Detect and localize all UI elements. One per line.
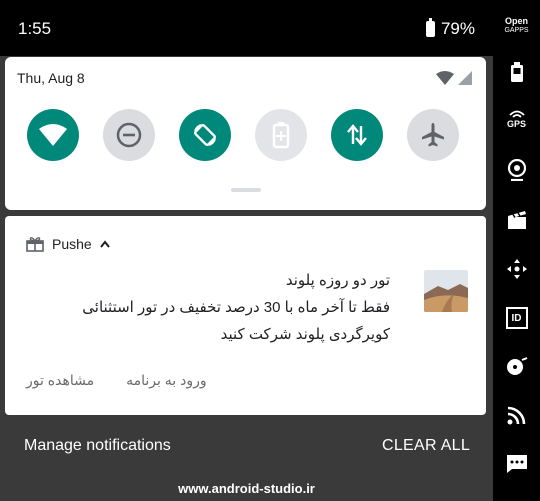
mobile-data-icon xyxy=(347,124,367,146)
wifi-tile[interactable] xyxy=(27,109,79,161)
notification-actions: ورود به برنامه مشاهده تور xyxy=(26,372,207,389)
manage-notifications-button[interactable]: Manage notifications xyxy=(24,437,171,455)
clapperboard-icon[interactable] xyxy=(493,207,540,233)
notification-title: تور دو روزه پلوند xyxy=(285,272,390,289)
opengapps-icon[interactable]: Open GAPPS xyxy=(493,12,540,40)
notification-body: فقط تا آخر ماه با 30 درصد تخفیف در تور ا… xyxy=(82,299,390,343)
emulator-sidebar: Open GAPPS GPS ID xyxy=(493,0,540,501)
open-app-action[interactable]: ورود به برنامه xyxy=(126,372,207,389)
notification-header[interactable]: Pushe xyxy=(26,236,110,252)
mobile-data-tile[interactable] xyxy=(331,109,383,161)
battery-indicator: 79% xyxy=(425,18,475,39)
airplane-mode-tile[interactable] xyxy=(407,109,459,161)
status-bar: 1:55 79% xyxy=(0,0,493,56)
clear-all-button[interactable]: CLEAR ALL xyxy=(382,437,470,455)
notification-app-name: Pushe xyxy=(52,236,92,252)
webcam-icon[interactable] xyxy=(493,157,540,183)
id-label: ID xyxy=(511,312,522,324)
qs-signal-status xyxy=(436,71,472,85)
qs-date: Thu, Aug 8 xyxy=(17,70,85,86)
gps-icon[interactable]: GPS xyxy=(493,106,540,132)
status-clock: 1:55 xyxy=(18,19,52,38)
wifi-status-icon xyxy=(436,71,454,85)
do-not-disturb-tile[interactable] xyxy=(103,109,155,161)
battery-icon xyxy=(425,18,435,37)
do-not-disturb-icon xyxy=(116,122,142,148)
move-icon[interactable] xyxy=(493,256,540,282)
wifi-icon xyxy=(39,124,67,146)
opengapps-label-bottom: GAPPS xyxy=(504,27,529,34)
disc-icon[interactable] xyxy=(493,354,540,380)
notification-shade: 1:55 79% Thu, Aug 8 Pushe تور دو روزه پل… xyxy=(0,0,493,501)
gps-label: GPS xyxy=(506,119,526,129)
rss-icon[interactable] xyxy=(493,402,540,428)
view-tour-action[interactable]: مشاهده تور xyxy=(26,372,94,389)
battery-icon[interactable] xyxy=(493,60,540,84)
battery-percent: 79% xyxy=(440,19,475,38)
chevron-up-icon[interactable] xyxy=(99,240,110,248)
qs-drag-handle[interactable] xyxy=(231,188,261,192)
battery-saver-icon xyxy=(272,122,290,149)
message-icon[interactable] xyxy=(493,451,540,477)
auto-rotate-icon xyxy=(194,124,216,146)
battery-saver-tile[interactable] xyxy=(255,109,307,161)
notification-card[interactable]: Pushe تور دو روزه پلوند فقط تا آخر ماه ب… xyxy=(5,216,486,415)
airplane-mode-icon xyxy=(422,123,444,147)
watermark-text: www.android-studio.ir xyxy=(178,481,315,496)
cell-signal-icon xyxy=(458,71,472,85)
qs-tiles xyxy=(27,109,459,161)
opengapps-label-top: Open xyxy=(504,16,528,26)
quick-settings-panel: Thu, Aug 8 xyxy=(5,57,486,210)
id-icon[interactable]: ID xyxy=(493,305,540,331)
gift-icon xyxy=(26,237,44,252)
notification-thumbnail xyxy=(424,270,468,312)
auto-rotate-tile[interactable] xyxy=(179,109,231,161)
